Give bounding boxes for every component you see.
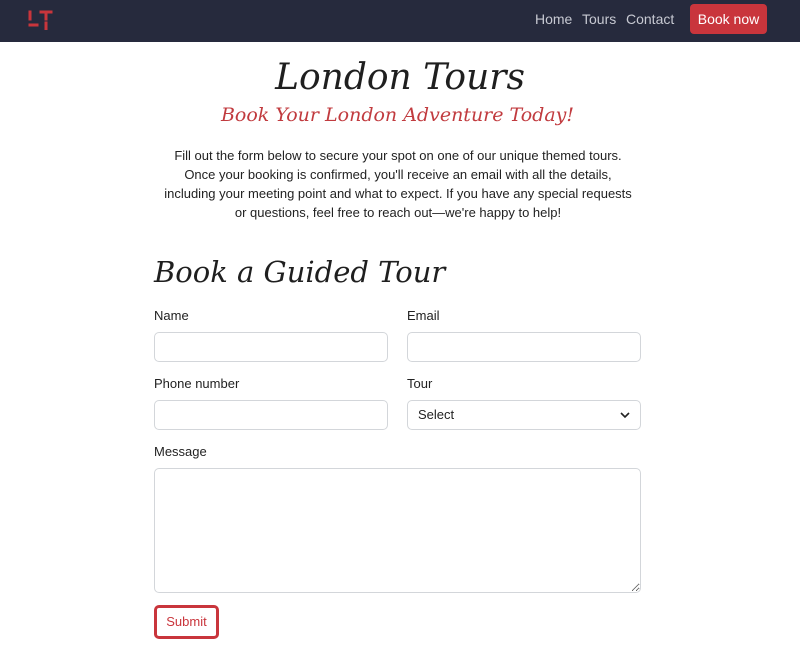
email-input[interactable] (407, 332, 641, 362)
nav-contact-link[interactable]: Contact (626, 11, 674, 27)
phone-label: Phone number (154, 376, 240, 391)
nav-tours-link[interactable]: Tours (582, 11, 616, 27)
navbar: Home Tours Contact Book now (0, 0, 800, 42)
phone-input[interactable] (154, 400, 388, 430)
logo[interactable] (27, 10, 53, 30)
message-label: Message (154, 444, 207, 459)
tour-select[interactable]: Select (407, 400, 641, 430)
name-label: Name (154, 308, 189, 323)
intro-text: Fill out the form below to secure your s… (164, 148, 632, 220)
chevron-down-icon (620, 412, 630, 419)
page-subtitle: Book Your London Adventure Today! (220, 104, 575, 126)
name-input[interactable] (154, 332, 388, 362)
page-title: London Tours (275, 57, 525, 98)
submit-button[interactable]: Submit (154, 605, 219, 639)
tour-select-value: Select (418, 407, 455, 422)
form-title: Book a Guided Tour (154, 255, 446, 289)
nav-home-link[interactable]: Home (535, 11, 572, 27)
tour-label: Tour (407, 376, 433, 391)
message-textarea[interactable] (154, 468, 641, 593)
email-label: Email (407, 308, 440, 323)
book-now-button[interactable]: Book now (690, 4, 767, 34)
